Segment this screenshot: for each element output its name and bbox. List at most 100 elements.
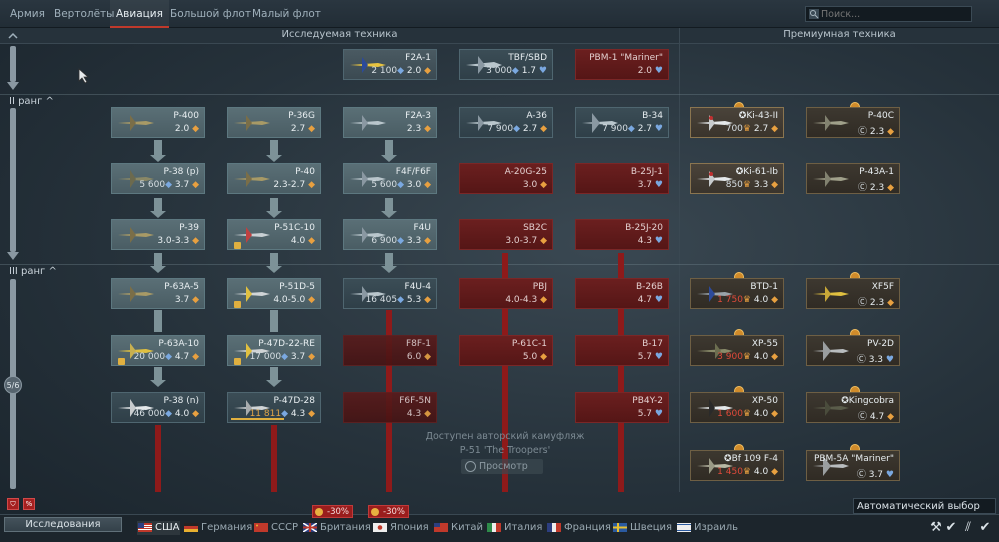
checkmark-icon[interactable]: ✔	[977, 520, 993, 536]
vehicle-card-p40[interactable]: P-40 2.3-2.7 ◆	[227, 163, 321, 194]
researched-section-title: Исследуемая техника	[281, 29, 398, 40]
battle-rating: 2.3	[869, 298, 885, 308]
shield-badge-icon[interactable]: ⛉	[7, 498, 19, 510]
price: 3 900	[717, 352, 743, 362]
rank-label-2[interactable]: II ранг ^	[9, 96, 54, 107]
search-box[interactable]	[805, 6, 972, 22]
vehicle-card-pbj[interactable]: PBJ 4.0-4.3 ◆	[459, 278, 553, 309]
vehicle-stats: 2.3-2.7 ◆	[273, 180, 315, 190]
vehicle-name: F4F/F6F	[395, 167, 431, 177]
vehicle-card-pbm5a[interactable]: PBM-5A "Mariner" Ⓒ 3.7 ♥	[806, 450, 900, 481]
nation-tab-britain[interactable]: Британия	[302, 521, 371, 535]
vehicle-card-pbm1[interactable]: PBM-1 "Mariner" 2.0 ♥	[575, 49, 669, 80]
vehicle-name: B-17	[642, 339, 663, 349]
vehicle-card-p63a10[interactable]: P-63A-10 20 000◆ 4.7 ◆	[111, 335, 205, 366]
collapse-up-icon[interactable]	[6, 30, 20, 42]
vehicle-card-b25j20[interactable]: B-25J-20 4.3 ♥	[575, 219, 669, 250]
double-slash-icon[interactable]: ⫽	[960, 520, 976, 536]
section-divider	[679, 28, 680, 492]
battle-rating: 5.3	[406, 295, 422, 305]
rank-label-3[interactable]: III ранг ^	[9, 266, 57, 277]
vehicle-card-p400[interactable]: P-400 2.0 ◆	[111, 107, 205, 138]
auto-select-dropdown[interactable]: Автоматический выбор	[853, 498, 996, 514]
nation-tab-china[interactable]: Китай	[433, 521, 483, 535]
vehicle-card-a20g25[interactable]: A-20G-25 3.0 ◆	[459, 163, 553, 194]
search-input[interactable]	[821, 7, 971, 21]
vehicle-card-p47d22[interactable]: P-47D-22-RE 17 000◆ 3.7 ◆	[227, 335, 321, 366]
research-button[interactable]: Исследования	[4, 517, 122, 532]
diamond-icon: ◆	[424, 295, 431, 305]
vehicle-card-p51d5[interactable]: P-51D-5 4.0-5.0 ◆	[227, 278, 321, 309]
vehicle-card-p63a5[interactable]: P-63A-5 3.7 ◆	[111, 278, 205, 309]
tab-aviation[interactable]: Авиация	[110, 0, 169, 28]
vehicle-card-p40c[interactable]: P-40C Ⓒ 2.3 ◆	[806, 107, 900, 138]
vehicle-card-f4f-f6f[interactable]: F4F/F6F 5 600◆ 3.0 ◆	[343, 163, 437, 194]
diamond-icon: ◆	[771, 124, 778, 134]
rp-icon: ◆	[281, 352, 288, 362]
vehicle-card-p38n[interactable]: P-38 (n) 46 000◆ 4.0 ◆	[111, 392, 205, 423]
vehicle-card-btd1[interactable]: BTD-1 1 750♛ 4.0 ◆	[690, 278, 784, 309]
vehicle-card-f4u[interactable]: F4U 6 900◆ 3.3 ◆	[343, 219, 437, 250]
tab-coastal-fleet[interactable]: Малый флот	[246, 0, 327, 28]
nation-tab-japan[interactable]: Япония	[372, 521, 429, 535]
vehicle-card-pv2d[interactable]: PV-2D Ⓒ 3.3 ♥	[806, 335, 900, 366]
vehicle-card-p47d28[interactable]: P-47D-28 11 811◆ 4.3 ◆	[227, 392, 321, 423]
vehicle-card-f2a1[interactable]: F2A-1 2 100◆ 2.0 ◆	[343, 49, 437, 80]
vehicle-card-f6f5n[interactable]: F6F-5N 4.3 ◆	[343, 392, 437, 423]
nation-tab-italy[interactable]: Италия	[486, 521, 542, 535]
vehicle-name: P-40C	[867, 111, 894, 121]
vehicle-card-p38-p[interactable]: P-38 (р) 5 600◆ 3.7 ◆	[111, 163, 205, 194]
wrench-icon[interactable]: ⚒	[928, 520, 944, 536]
battle-rating: 4.3	[406, 409, 422, 419]
diamond-icon: ◆	[771, 352, 778, 362]
nation-tab-ussr[interactable]: СССР	[253, 521, 298, 535]
nation-tab-usa[interactable]: США	[137, 521, 180, 535]
percent-badge[interactable]: %	[23, 498, 35, 510]
vehicle-card-p61c1[interactable]: P-61C-1 5.0 ◆	[459, 335, 553, 366]
vehicle-card-tbf-sbd[interactable]: TBF/SBD 3 000◆ 1.7 ♥	[459, 49, 553, 80]
vehicle-card-b17[interactable]: B-17 5.7 ♥	[575, 335, 669, 366]
vehicle-card-f4u4[interactable]: F4U-4 16 405◆ 5.3 ◆	[343, 278, 437, 309]
camo-view-label: Просмотр	[479, 461, 528, 472]
vehicle-card-xp55[interactable]: XP-55 3 900♛ 4.0 ◆	[690, 335, 784, 366]
vehicle-card-sb2c[interactable]: SB2C 3.0-3.7 ◆	[459, 219, 553, 250]
battle-rating: 5.7	[637, 409, 653, 419]
vehicle-card-bf109f4[interactable]: ✪Bf 109 F-4 1 450♛ 4.0 ◆	[690, 450, 784, 481]
checkmark-icon[interactable]: ✔	[943, 520, 959, 536]
vehicle-card-ki43[interactable]: ✪Ki-43-II 700♛ 2.7 ◆	[690, 107, 784, 138]
vehicle-card-xp50[interactable]: XP-50 1 600♛ 4.0 ◆	[690, 392, 784, 423]
heart-icon: ♥	[654, 236, 663, 246]
vehicle-card-kingcobra[interactable]: ✪Kingcobra Ⓒ 4.7 ◆	[806, 392, 900, 423]
vehicle-card-b34[interactable]: B-34 7 900◆ 2.7 ♥	[575, 107, 669, 138]
vehicle-card-p36g[interactable]: P-36G 2.7 ◆	[227, 107, 321, 138]
vehicle-stats: 2 100◆ 2.0 ◆	[371, 66, 431, 76]
vehicle-card-pb4y2[interactable]: PB4Y-2 5.7 ♥	[575, 392, 669, 423]
vehicle-card-p39[interactable]: P-39 3.0-3.3 ◆	[111, 219, 205, 250]
camo-view-button[interactable]: Просмотр	[461, 459, 543, 474]
vehicle-card-a36[interactable]: A-36 7 900◆ 2.7 ◆	[459, 107, 553, 138]
vehicle-card-p43a1[interactable]: P-43A-1 Ⓒ 2.3 ◆	[806, 163, 900, 194]
vehicle-card-f2a3[interactable]: F2A-3 2.3 ◆	[343, 107, 437, 138]
battle-rating: 2.7	[290, 124, 306, 134]
nation-tab-france[interactable]: Франция	[546, 521, 611, 535]
vehicle-card-p51c10[interactable]: P-51C-10 4.0 ◆	[227, 219, 321, 250]
tab-bluewater-fleet[interactable]: Большой флот	[164, 0, 257, 28]
battle-rating: 3.7	[637, 180, 653, 190]
nation-tab-israel[interactable]: Израиль	[676, 521, 738, 535]
nation-label: Франция	[564, 522, 611, 533]
arrow-down-icon	[7, 252, 19, 260]
vehicle-card-b25j1[interactable]: B-25J-1 3.7 ♥	[575, 163, 669, 194]
vehicle-card-xf5f[interactable]: XF5F Ⓒ 2.3 ◆	[806, 278, 900, 309]
vehicle-card-ki61[interactable]: ✪Ki-61-Ib 850♛ 3.3 ◆	[690, 163, 784, 194]
diamond-icon: ◆	[308, 180, 315, 190]
modification-icon	[118, 358, 125, 365]
vehicle-card-f8f1[interactable]: F8F-1 6.0 ◆	[343, 335, 437, 366]
research-progress-bar	[231, 418, 284, 420]
nation-tab-germany[interactable]: Германия	[183, 521, 252, 535]
vehicle-stats: 3.7 ♥	[638, 180, 663, 190]
heart-icon: ♥	[538, 66, 547, 76]
tab-army[interactable]: Армия	[4, 0, 51, 28]
nation-tab-sweden[interactable]: Швеция	[612, 521, 672, 535]
nation-label: Китай	[451, 522, 484, 533]
vehicle-card-b26b[interactable]: B-26B 4.7 ♥	[575, 278, 669, 309]
